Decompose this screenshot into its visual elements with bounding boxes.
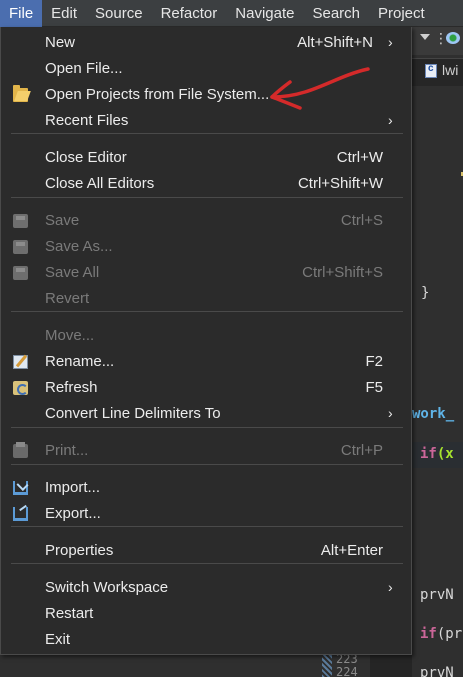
menu-item-label: Exit bbox=[45, 631, 71, 648]
refresh-icon bbox=[13, 381, 28, 395]
menu-item-shortcut: Ctrl+Shift+W bbox=[297, 175, 383, 192]
menu-item-close-editor[interactable]: Close Editor Ctrl+W bbox=[1, 145, 411, 171]
menu-navigate[interactable]: Navigate bbox=[226, 0, 303, 27]
menu-item-label: Restart bbox=[45, 605, 94, 622]
menu-item-save-all[interactable]: Save All Ctrl+Shift+S bbox=[1, 260, 411, 286]
menu-item-label: Move... bbox=[45, 327, 95, 344]
menu-item-convert-line-delimiters-to[interactable]: Convert Line Delimiters To › bbox=[1, 401, 411, 427]
menu-item-close-all-editors[interactable]: Close All Editors Ctrl+Shift+W bbox=[1, 171, 411, 197]
menu-item-save-as[interactable]: Save As... bbox=[1, 234, 411, 260]
menu-item-label: Open File... bbox=[45, 60, 123, 77]
code-expression: (pr bbox=[436, 626, 463, 642]
menu-item-shortcut: F2 bbox=[365, 353, 383, 370]
menu-item-move[interactable]: Move... bbox=[1, 323, 411, 349]
view-toggle-icon[interactable] bbox=[446, 32, 460, 44]
menu-item-label: Save All bbox=[45, 264, 100, 281]
print-icon bbox=[13, 442, 28, 458]
save-icon bbox=[13, 214, 28, 228]
line-number: 224 bbox=[336, 665, 358, 677]
menu-item-refresh[interactable]: Refresh F5 bbox=[1, 375, 411, 401]
menu-item-shortcut: Ctrl+P bbox=[340, 442, 383, 459]
menu-item-export[interactable]: Export... bbox=[1, 501, 411, 527]
folder-icon bbox=[13, 85, 28, 102]
menu-separator bbox=[11, 133, 403, 134]
menu-item-open-projects-from-file-system[interactable]: Open Projects from File System... bbox=[1, 82, 411, 108]
export-icon bbox=[13, 507, 28, 521]
menu-item-label: Print... bbox=[45, 442, 89, 459]
menu-item-label: Properties bbox=[45, 542, 114, 559]
menu-item-label: Save bbox=[45, 212, 80, 229]
menu-item-import[interactable]: Import... bbox=[1, 475, 411, 501]
menu-item-exit[interactable]: Exit bbox=[1, 627, 411, 653]
menu-separator bbox=[11, 311, 403, 312]
menu-item-shortcut: Ctrl+W bbox=[336, 149, 383, 166]
menu-search[interactable]: Search bbox=[303, 0, 369, 27]
submenu-chevron-icon: › bbox=[388, 34, 393, 50]
save-as-icon bbox=[13, 240, 28, 254]
menu-item-label: Import... bbox=[45, 479, 101, 496]
menu-item-save[interactable]: Save Ctrl+S bbox=[1, 208, 411, 234]
code-expression: (x bbox=[436, 446, 454, 462]
menu-item-open-file[interactable]: Open File... bbox=[1, 56, 411, 82]
editor-tab-label[interactable]: lwi bbox=[442, 62, 458, 78]
menu-item-recent-files[interactable]: Recent Files › bbox=[1, 108, 411, 134]
menu-item-label: Open Projects from File System... bbox=[45, 86, 270, 103]
menu-separator bbox=[11, 526, 403, 527]
menu-refactor[interactable]: Refactor bbox=[152, 0, 227, 27]
code-line: prvN bbox=[420, 665, 454, 677]
menu-item-properties[interactable]: Properties Alt+Enter bbox=[1, 538, 411, 564]
menu-item-new[interactable]: New Alt+Shift+N › bbox=[1, 30, 411, 56]
menu-source[interactable]: Source bbox=[86, 0, 152, 27]
overview-ruler-marker bbox=[322, 652, 332, 677]
menu-project[interactable]: Project bbox=[369, 0, 434, 27]
menu-separator bbox=[11, 427, 403, 428]
menu-item-shortcut: Alt+Enter bbox=[320, 542, 383, 559]
menu-item-label: Save As... bbox=[45, 238, 113, 255]
menu-separator bbox=[11, 197, 403, 198]
menu-item-shortcut: Alt+Shift+N bbox=[297, 34, 373, 51]
c-file-icon bbox=[425, 63, 437, 78]
code-if-statement: if(pr bbox=[420, 626, 462, 642]
editor-gutter bbox=[370, 652, 412, 677]
code-keyword: if bbox=[420, 626, 437, 642]
file-menu-dropdown: New Alt+Shift+N › Open File... Open Projects… bbox=[0, 27, 412, 655]
menu-item-shortcut: Ctrl+Shift+S bbox=[302, 264, 383, 281]
menu-item-label: Revert bbox=[45, 290, 90, 307]
menu-file[interactable]: File bbox=[0, 0, 43, 27]
menu-item-rename[interactable]: Rename... F2 bbox=[1, 349, 411, 375]
menu-item-switch-workspace[interactable]: Switch Workspace › bbox=[1, 575, 411, 601]
menu-item-label: Close Editor bbox=[45, 149, 127, 166]
submenu-chevron-icon: › bbox=[388, 405, 393, 421]
menu-separator bbox=[11, 464, 403, 465]
code-keyword: if bbox=[420, 446, 437, 462]
menu-item-label: Convert Line Delimiters To bbox=[45, 405, 221, 422]
submenu-chevron-icon: › bbox=[388, 579, 393, 595]
import-icon bbox=[13, 481, 28, 495]
dropdown-arrow-icon[interactable] bbox=[420, 34, 430, 40]
menu-separator bbox=[11, 563, 403, 564]
save-all-icon bbox=[13, 266, 28, 280]
code-brace: } bbox=[421, 285, 430, 301]
menu-bar: File Edit Source Refactor Navigate Searc… bbox=[0, 0, 463, 27]
menu-item-print[interactable]: Print... Ctrl+P bbox=[1, 438, 411, 464]
code-line: prvN bbox=[420, 587, 454, 603]
menu-item-shortcut: F5 bbox=[365, 379, 383, 396]
menu-item-label: Export... bbox=[45, 505, 101, 522]
menu-item-shortcut: Ctrl+S bbox=[340, 212, 383, 229]
menu-item-label: New bbox=[45, 34, 76, 51]
submenu-chevron-icon: › bbox=[388, 112, 393, 128]
menu-item-label: Recent Files bbox=[45, 112, 129, 129]
menu-item-label: Close All Editors bbox=[45, 175, 155, 192]
menu-item-label: Refresh bbox=[45, 379, 98, 396]
menu-item-restart[interactable]: Restart bbox=[1, 601, 411, 627]
code-if-statement: if(x bbox=[420, 446, 454, 462]
rename-icon bbox=[13, 355, 28, 369]
menu-item-revert[interactable]: Revert bbox=[1, 286, 411, 312]
code-identifier: work_ bbox=[412, 406, 455, 422]
menu-item-label: Switch Workspace bbox=[45, 579, 169, 596]
menu-item-label: Rename... bbox=[45, 353, 115, 370]
menu-edit[interactable]: Edit bbox=[42, 0, 86, 27]
